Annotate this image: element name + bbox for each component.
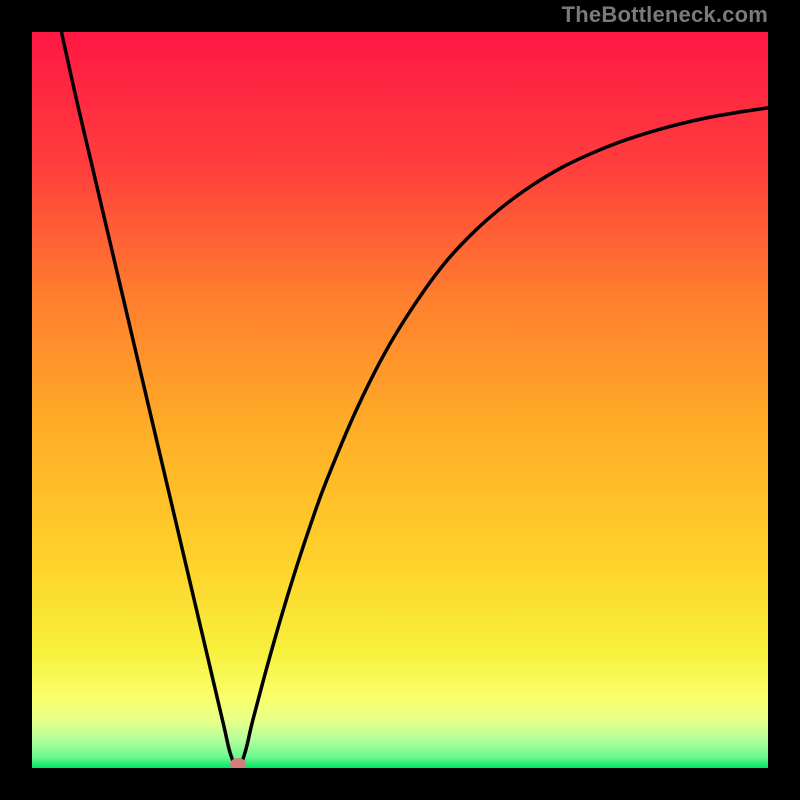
watermark-text: TheBottleneck.com: [562, 2, 768, 28]
chart-frame: [32, 32, 768, 768]
bottleneck-chart: [32, 32, 768, 768]
gradient-background: [32, 32, 768, 768]
